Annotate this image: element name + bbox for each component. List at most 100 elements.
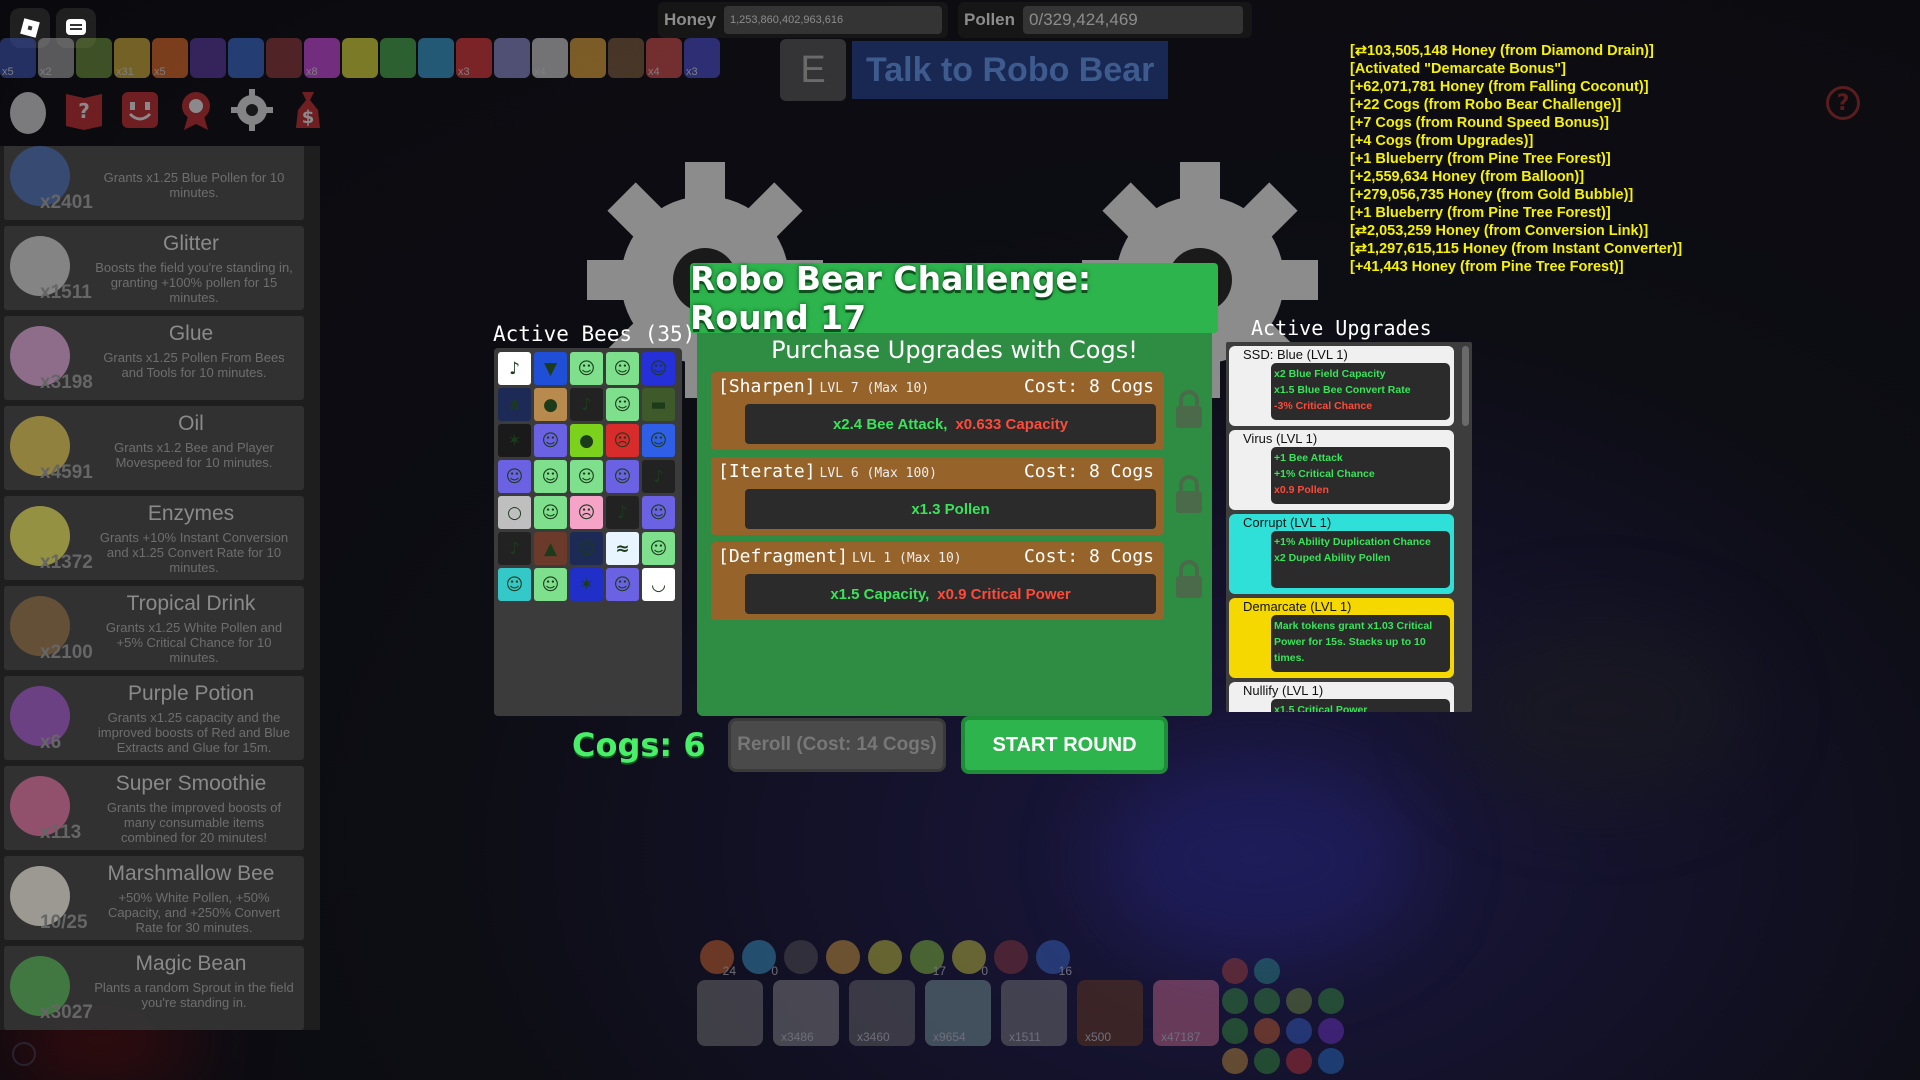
bee-slot[interactable]: ✶ xyxy=(570,568,603,601)
bee-slot[interactable]: ☺ xyxy=(498,460,531,493)
bee-slot[interactable]: ● xyxy=(534,388,567,421)
settings-menu-button[interactable] xyxy=(226,84,278,136)
bee-slot[interactable]: ☹ xyxy=(606,424,639,457)
active-upgrade-effect-line: x1.5 Critical Power xyxy=(1274,704,1368,712)
start-round-button[interactable]: START ROUND xyxy=(961,716,1168,774)
bee-slot[interactable]: ∧ xyxy=(498,388,531,421)
active-upgrades-panel[interactable]: SSD: Blue (LVL 1) x2 Blue Field Capacity x… xyxy=(1226,342,1472,712)
bee-slot[interactable]: ♪ xyxy=(498,532,531,565)
lock-icon[interactable] xyxy=(1173,560,1205,600)
hotbar-slot[interactable]: x3460 xyxy=(849,980,915,1046)
shop-menu-button[interactable]: $ xyxy=(282,84,334,136)
bee-slot[interactable]: ☺ xyxy=(570,352,603,385)
bee-slot[interactable]: ☺ xyxy=(570,460,603,493)
activity-log: [⇄103,505,148 Honey (from Diamond Drain)… xyxy=(1350,42,1682,276)
active-upgrade-effect-line: +1 Bee Attack xyxy=(1274,452,1343,464)
bee-slot[interactable]: ≈ xyxy=(606,532,639,565)
money-bag-icon: $ xyxy=(296,92,320,128)
inventory-item[interactable]: 10/25 Marshmallow Bee +50% White Pollen, +… xyxy=(4,856,304,940)
active-upgrades-scrollbar[interactable] xyxy=(1462,346,1469,426)
upgrade-card[interactable]: [Iterate] LVL 6 (Max 100) Cost: 8 Cogs x1.3… xyxy=(711,457,1164,535)
hotbar-slot-count: x1511 xyxy=(1009,1030,1041,1044)
bee-slot[interactable]: ◡ xyxy=(642,568,675,601)
ability-token-icon xyxy=(868,940,902,974)
bee-slot[interactable]: ☺ xyxy=(642,352,675,385)
inventory-item[interactable]: x1372 Enzymes Grants +10% Instant Conversi… xyxy=(4,496,304,580)
upgrade-effect[interactable]: x1.5 Capacity, x0.9 Critical Power xyxy=(745,574,1156,614)
bee-slot[interactable]: ☺ xyxy=(606,352,639,385)
item-description: Grants +10% Instant Conversion and x1.25… xyxy=(99,530,289,575)
hotbar-slot-count: x47187 xyxy=(1161,1030,1201,1044)
bee-slot[interactable]: ☺ xyxy=(606,388,639,421)
buff-icon xyxy=(266,38,302,78)
buff-count: x4 xyxy=(534,66,546,78)
bee-slot[interactable]: ● xyxy=(570,424,603,457)
lock-icon[interactable] xyxy=(1173,475,1205,515)
inventory-item[interactable]: x2100 Tropical Drink Grants x1.25 White Po… xyxy=(4,586,304,670)
bee-slot[interactable]: ♪ xyxy=(498,352,531,385)
inventory-item[interactable]: x6 Purple Potion Grants x1.25 capacity and… xyxy=(4,676,304,760)
active-upgrade-card[interactable]: Corrupt (LVL 1) +1% Ability Duplication C… xyxy=(1229,514,1454,594)
bee-slot[interactable]: ☺ xyxy=(642,424,675,457)
bee-slot[interactable]: ☺ xyxy=(642,496,675,529)
bee-slot[interactable]: ▼ xyxy=(534,352,567,385)
buff-strip: x5 x2 x31 x5 x8 x3 x4 x4 x3 xyxy=(0,38,720,80)
active-upgrade-card[interactable]: Virus (LVL 1) +1 Bee Attack +1% Critical C… xyxy=(1229,430,1454,510)
inventory-item[interactable]: x4591 Oil Grants x1.2 Bee and Player Moves… xyxy=(4,406,304,490)
badges-menu-button[interactable] xyxy=(170,84,222,136)
hotbar-slot[interactable] xyxy=(697,980,763,1046)
inventory-panel[interactable]: x2401 Grants x1.25 Blue Pollen for 10 min… xyxy=(0,146,320,1030)
hotbar-slot[interactable]: x9654 xyxy=(925,980,991,1046)
lock-icon[interactable] xyxy=(1173,390,1205,430)
pollen-label: Pollen xyxy=(964,10,1016,29)
bee-slot[interactable]: ○ xyxy=(498,496,531,529)
inventory-item[interactable]: x2401 Grants x1.25 Blue Pollen for 10 min… xyxy=(4,146,304,220)
bee-slot[interactable]: ☺ xyxy=(534,568,567,601)
inventory-item[interactable]: x113 Super Smoothie Grants the improved bo… xyxy=(4,766,304,850)
bee-slot[interactable]: ☺ xyxy=(606,568,639,601)
ability-token-icon: 24 xyxy=(700,940,736,978)
talk-prompt[interactable]: E Talk to Robo Bear xyxy=(780,39,1169,101)
upgrade-card[interactable]: [Sharpen] LVL 7 (Max 10) Cost: 8 Cogs x2.4 … xyxy=(711,372,1164,450)
egg-menu-button[interactable] xyxy=(2,84,54,136)
item-description: Grants x1.25 Pollen From Bees and Tools … xyxy=(103,350,285,380)
bee-slot[interactable]: ☺ xyxy=(570,532,603,565)
bee-slot[interactable]: ☺ xyxy=(606,460,639,493)
bottom-left-shield-icon[interactable] xyxy=(12,1042,36,1066)
quest-menu-button[interactable]: ? xyxy=(58,84,110,136)
bee-slot[interactable]: ♪ xyxy=(570,388,603,421)
bee-menu-button[interactable] xyxy=(114,84,166,136)
bee-slot[interactable]: ♪ xyxy=(642,460,675,493)
hotbar-slot[interactable]: x1511 xyxy=(1001,980,1067,1046)
bee-slot[interactable]: ☺ xyxy=(534,460,567,493)
inventory-item[interactable]: x3027 Magic Bean Plants a random Sprout in… xyxy=(4,946,304,1030)
buff-icon xyxy=(190,38,226,78)
reroll-button[interactable]: Reroll (Cost: 14 Cogs) xyxy=(728,718,946,772)
active-upgrade-card[interactable]: Nullify (LVL 1) x1.5 Critical Power xyxy=(1229,682,1454,712)
hotbar-slot[interactable]: x3486 xyxy=(773,980,839,1046)
buff-icon xyxy=(418,38,454,78)
bee-slot[interactable]: ✶ xyxy=(498,424,531,457)
upgrade-effect[interactable]: x2.4 Bee Attack, x0.633 Capacity xyxy=(745,404,1156,444)
help-icon[interactable]: ? xyxy=(1826,86,1860,120)
active-upgrade-card[interactable]: SSD: Blue (LVL 1) x2 Blue Field Capacity x… xyxy=(1229,346,1454,426)
active-upgrade-card[interactable]: Demarcate (LVL 1) Mark tokens grant x1.03… xyxy=(1229,598,1454,678)
bee-slot[interactable]: ▲ xyxy=(534,532,567,565)
inventory-item[interactable]: x1511 Glitter Boosts the field you're stan… xyxy=(4,226,304,310)
upgrade-effect[interactable]: x1.3 Pollen xyxy=(745,489,1156,529)
talk-text[interactable]: Talk to Robo Bear xyxy=(852,41,1169,99)
bee-slot[interactable]: ☺ xyxy=(534,424,567,457)
log-line: [⇄2,053,259 Honey (from Conversion Link)… xyxy=(1350,223,1649,239)
bee-slot[interactable]: ☺ xyxy=(498,568,531,601)
bee-slot[interactable]: ☹ xyxy=(570,496,603,529)
active-upgrade-effect-line: x1.5 Blue Bee Convert Rate xyxy=(1274,384,1411,396)
bee-slot[interactable]: ☺ xyxy=(642,532,675,565)
bee-slot[interactable]: ☺ xyxy=(534,496,567,529)
hotbar-slot[interactable]: x500 xyxy=(1077,980,1143,1046)
bee-slot[interactable]: ♪ xyxy=(606,496,639,529)
inventory-item[interactable]: x3198 Glue Grants x1.25 Pollen From Bees a… xyxy=(4,316,304,400)
bee-slot[interactable]: ▬ xyxy=(642,388,675,421)
upgrade-card[interactable]: [Defragment] LVL 1 (Max 10) Cost: 8 Cogs x1… xyxy=(711,542,1164,620)
talk-key[interactable]: E xyxy=(780,39,846,101)
hotbar-slot[interactable]: x47187 xyxy=(1153,980,1219,1046)
